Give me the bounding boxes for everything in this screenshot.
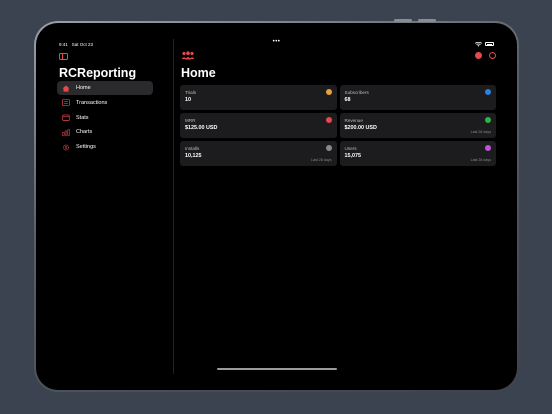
refresh-icon[interactable] [489,52,496,59]
sidebar-item-label: Home [76,85,91,91]
house-icon [61,84,71,92]
trials-icon [325,89,332,95]
card-subscribers[interactable]: Subscribers 68 [339,85,496,110]
sidebar: RCReporting Home Transactions Stats Char… [53,39,174,374]
gear-icon [61,143,71,151]
card-label: Installs [185,146,200,151]
page-title: Home [181,66,216,80]
sidebar-item-stats[interactable]: Stats [57,111,153,125]
card-label: Revenue [344,118,363,123]
card-footer: Last 28 days [470,158,491,162]
card-footer: Last 28 days [470,130,491,134]
card-label: MRR [185,118,196,123]
volume-down-button [418,19,436,22]
card-revenue[interactable]: Revenue $200.00 USD Last 28 days [339,113,496,138]
list-icon [61,99,71,107]
sidebar-item-home[interactable]: Home [57,81,153,95]
card-label: Users [344,146,357,151]
card-trials[interactable]: Trials 10 [180,85,337,110]
users-icon [485,145,491,151]
card-value: 10 [185,97,191,103]
ipad-frame: 9:41 Sat Oct 23 ••• RCReporting Home Tra… [34,19,519,392]
card-value: $200.00 USD [344,125,377,131]
stop-icon[interactable] [475,52,482,59]
toolbar-actions [475,52,496,59]
card-value: $125.00 USD [185,125,218,131]
home-indicator[interactable] [216,368,337,370]
card-value: 68 [344,97,351,103]
sidebar-item-charts[interactable]: Charts [57,125,153,139]
sidebar-toggle-icon[interactable] [59,53,68,60]
stats-grid: Trials 10 Subscribers 68 MRR $125.00 USD [180,85,496,166]
card-label: Trials [185,90,197,95]
card-users[interactable]: Users 15,075 Last 28 days [339,141,496,166]
card-footer: Last 28 days [311,158,332,162]
calendar-icon [61,114,71,122]
main-content: Home Trials 10 Subscribers 68 MRR $125.0… [175,39,500,374]
app-title: RCReporting [59,66,137,80]
sidebar-nav: Home Transactions Stats Charts Settings [57,81,153,155]
volume-up-button [394,19,412,22]
screen: 9:41 Sat Oct 23 ••• RCReporting Home Tra… [53,39,500,374]
card-value: 15,075 [344,153,362,159]
sidebar-item-label: Settings [76,144,96,151]
card-installs[interactable]: Installs 10,125 Last 28 days [180,141,337,166]
bar-chart-icon [61,128,71,136]
sidebar-item-transactions[interactable]: Transactions [57,96,153,110]
sidebar-item-label: Transactions [76,99,108,106]
revenue-icon [485,117,491,123]
sidebar-item-label: Charts [76,129,93,136]
installs-icon [325,145,332,151]
card-value: 10,125 [185,153,202,159]
sidebar-item-label: Stats [76,114,89,121]
sidebar-item-settings[interactable]: Settings [57,140,153,154]
mrr-icon [325,117,332,123]
subscribers-icon [485,89,491,95]
bezel: 9:41 Sat Oct 23 ••• RCReporting Home Tra… [36,23,517,390]
card-label: Subscribers [344,90,369,95]
people-icon[interactable] [181,51,195,61]
card-mrr[interactable]: MRR $125.00 USD [180,113,337,138]
